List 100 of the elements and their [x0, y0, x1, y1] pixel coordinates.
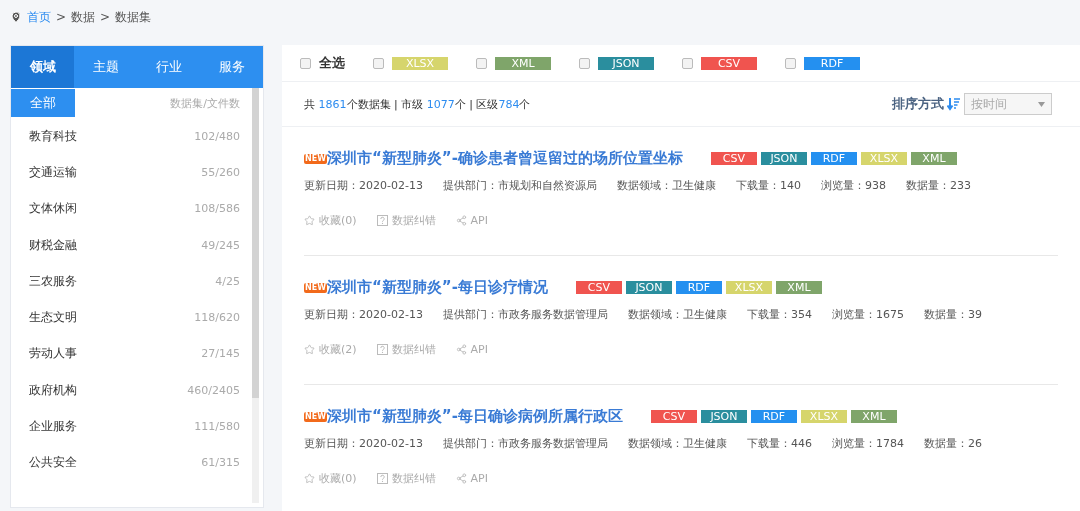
format-tag[interactable]: JSON [598, 56, 654, 70]
format-tag[interactable]: XML [850, 410, 897, 423]
report-error-link[interactable]: 数据纠错 [376, 471, 436, 486]
question-icon [376, 215, 388, 226]
dataset-title[interactable]: 深圳市“新型肺炎”-确诊患者曾逗留过的场所位置坐标 [327, 149, 683, 168]
location-pin-icon [10, 11, 22, 23]
dataset-meta: 数据量：39 [923, 307, 982, 322]
checkbox[interactable] [682, 57, 693, 69]
select-all-label[interactable]: 全选 [319, 54, 345, 72]
format-tag[interactable]: XML [495, 56, 551, 70]
sort-label: 排序方式 [892, 95, 944, 113]
checkbox[interactable] [373, 57, 384, 69]
sort-select[interactable]: 按时间 [964, 93, 1052, 115]
category-count: 460/2405 [187, 383, 240, 397]
category-tab[interactable]: 服务 [200, 46, 263, 88]
dataset-meta: 更新日期：2020-02-13 [304, 436, 423, 451]
category-name[interactable]: 教育科技 [29, 127, 77, 145]
format-tag[interactable]: RDF [810, 152, 857, 165]
category-name[interactable]: 财税金融 [29, 236, 77, 254]
dataset-meta: 更新日期：2020-02-13 [304, 307, 423, 322]
category-name[interactable]: 劳动人事 [29, 345, 77, 363]
format-tag[interactable]: JSON [625, 281, 672, 294]
category-name[interactable]: 文体休闲 [29, 200, 77, 218]
dataset-meta: 数据量：233 [905, 178, 971, 193]
share-icon [455, 215, 467, 226]
star-icon [304, 473, 315, 484]
category-name[interactable]: 交通运输 [29, 163, 77, 181]
question-icon [376, 344, 388, 355]
category-count: 4/25 [215, 274, 240, 288]
breadcrumb-item: 数据 [71, 8, 96, 26]
api-link[interactable]: API [455, 471, 488, 486]
category-count: 102/480 [194, 129, 240, 143]
dataset-meta: 下载量：354 [746, 307, 812, 322]
checkbox[interactable] [579, 57, 590, 69]
share-icon [455, 473, 467, 484]
breadcrumb-separator: > [100, 10, 111, 24]
all-category-item[interactable]: 全部 [11, 89, 75, 117]
dataset-meta: 浏览量：1784 [831, 436, 904, 451]
api-link[interactable]: API [455, 342, 488, 357]
format-tag[interactable]: CSV [650, 410, 697, 423]
dataset-meta: 提供部门：市政务服务数据管理局 [442, 307, 608, 322]
dataset-meta: 数据量：26 [923, 436, 982, 451]
dataset-title[interactable]: 深圳市“新型肺炎”-每日诊疗情况 [327, 278, 548, 297]
checkbox[interactable] [785, 57, 796, 69]
dataset-meta: 提供部门：市政务服务数据管理局 [442, 436, 608, 451]
dataset-meta: 浏览量：938 [820, 178, 886, 193]
favorite-link[interactable]: 收藏(0) [304, 471, 357, 486]
category-count: 27/145 [201, 347, 240, 361]
dataset-meta: 下载量：446 [746, 436, 812, 451]
breadcrumb-link[interactable]: 首页 [27, 8, 51, 26]
category-tab[interactable]: 领域 [11, 46, 74, 88]
category-count: 55/260 [201, 165, 240, 179]
category-count: 108/586 [194, 202, 240, 216]
dataset-stats: 共 1861个数据集 | 市级 1077个 | 区级784个 [304, 96, 531, 112]
category-name[interactable]: 公共安全 [29, 454, 77, 472]
category-count: 61/315 [201, 456, 240, 470]
star-icon [304, 215, 315, 226]
category-name[interactable]: 三农服务 [29, 272, 77, 290]
report-error-link[interactable]: 数据纠错 [376, 213, 436, 228]
favorite-link[interactable]: 收藏(2) [304, 342, 357, 357]
category-name[interactable]: 企业服务 [29, 418, 77, 435]
checkbox[interactable] [300, 57, 311, 69]
breadcrumb-separator: > [56, 10, 67, 24]
category-count: 49/245 [201, 238, 240, 252]
dataset-title[interactable]: 深圳市“新型肺炎”-每日确诊病例所属行政区 [327, 407, 623, 426]
category-tab[interactable]: 主题 [74, 46, 137, 88]
question-icon [376, 473, 388, 484]
caret-icon [1038, 101, 1045, 107]
api-link[interactable]: API [455, 213, 488, 228]
format-tag[interactable]: XML [910, 152, 957, 165]
format-tag[interactable]: XML [775, 281, 822, 294]
category-name[interactable]: 生态文明 [29, 309, 77, 327]
new-badge: NEW [304, 153, 327, 164]
category-tab[interactable]: 行业 [137, 46, 200, 88]
dataset-meta: 浏览量：1675 [831, 307, 904, 322]
checkbox[interactable] [476, 57, 487, 69]
format-tag[interactable]: RDF [750, 410, 797, 423]
scrollbar[interactable] [252, 88, 259, 503]
report-error-link[interactable]: 数据纠错 [376, 342, 436, 357]
dataset-meta: 数据领域：卫生健康 [627, 307, 727, 322]
format-tag[interactable]: JSON [760, 152, 807, 165]
dataset-meta: 下载量：140 [735, 178, 801, 193]
new-badge: NEW [304, 282, 327, 293]
share-icon [455, 344, 467, 355]
format-tag[interactable]: CSV [701, 56, 757, 70]
dataset-meta: 数据领域：卫生健康 [627, 436, 727, 451]
column-label: 数据集/文件数 [170, 95, 240, 111]
dataset-meta: 数据领域：卫生健康 [616, 178, 716, 193]
category-count: 111/580 [194, 420, 240, 433]
dataset-meta: 更新日期：2020-02-13 [304, 178, 423, 193]
category-name[interactable]: 政府机构 [29, 381, 77, 399]
format-tag[interactable]: RDF [675, 281, 722, 294]
format-tag[interactable]: JSON [700, 410, 747, 423]
star-icon [304, 344, 315, 355]
format-tag[interactable]: RDF [804, 56, 860, 70]
format-tag[interactable]: CSV [575, 281, 622, 294]
sort-descending-icon[interactable] [947, 97, 961, 111]
favorite-link[interactable]: 收藏(0) [304, 213, 357, 228]
format-tag[interactable]: CSV [710, 152, 757, 165]
category-count: 118/620 [194, 311, 240, 325]
